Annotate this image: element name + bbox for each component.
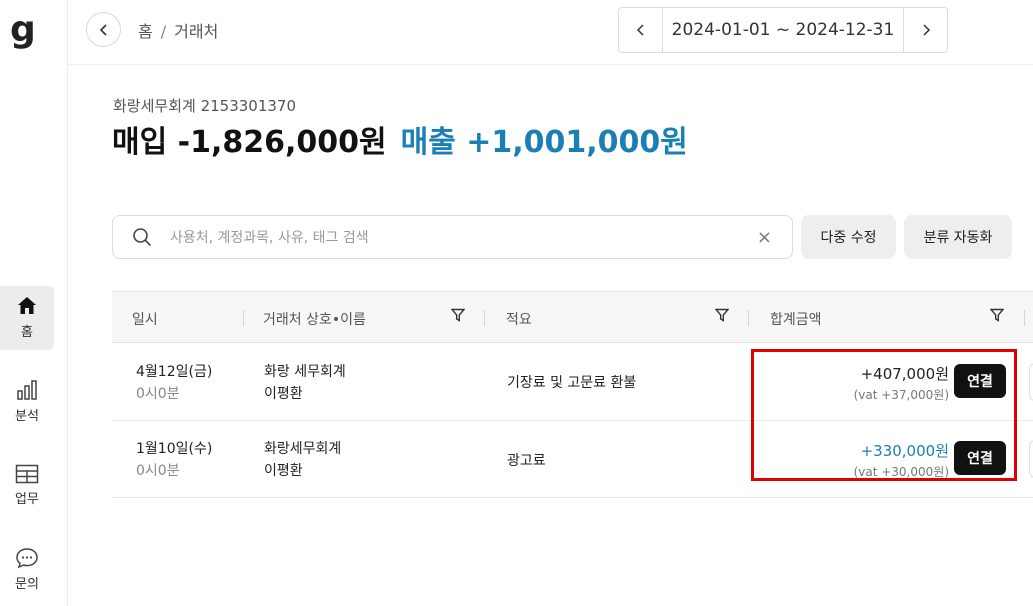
row-memo: 광고료 xyxy=(507,453,546,469)
sidebar-item-home[interactable]: 홈 xyxy=(0,286,54,350)
home-icon xyxy=(18,297,36,314)
sidebar-item-label: 홈 xyxy=(21,325,33,340)
row-date: 1월10일(수) xyxy=(136,441,213,457)
highlight-box xyxy=(751,349,1017,481)
row-person: 이평환 xyxy=(264,463,303,479)
bulk-edit-button[interactable]: 다중 수정 xyxy=(801,215,896,259)
totals: 매입 -1,826,000원 매출 +1,001,000원 xyxy=(112,117,688,161)
column-header-memo[interactable]: 적요 xyxy=(506,309,532,329)
chat-icon xyxy=(16,548,38,569)
filter-icon[interactable] xyxy=(715,308,729,322)
svg-text:g: g xyxy=(10,12,36,50)
search-bar: × xyxy=(112,215,793,259)
purchase-total: 매입 -1,826,000원 xyxy=(112,125,387,160)
column-header-amount[interactable]: 합계금액 xyxy=(770,309,822,329)
column-divider xyxy=(1024,310,1025,326)
row-time: 0시0분 xyxy=(136,463,180,479)
next-period-button[interactable] xyxy=(903,8,947,52)
bar-chart-icon xyxy=(17,380,37,400)
row-action-button[interactable] xyxy=(1029,440,1033,478)
sidebar-item-label: 문의 xyxy=(15,577,39,592)
sidebar-item-analysis[interactable]: 분석 xyxy=(0,372,54,436)
filter-icon[interactable] xyxy=(990,308,1004,322)
row-person: 이평환 xyxy=(264,386,303,402)
breadcrumb-home[interactable]: 홈 xyxy=(138,22,153,41)
breadcrumb: 홈 / 거래처 xyxy=(138,18,218,42)
top-bar: 홈 / 거래처 2024-01-01 ~ 2024-12-31 xyxy=(68,0,1033,65)
sidebar-item-label: 분석 xyxy=(15,409,39,424)
row-date: 4월12일(금) xyxy=(136,364,213,380)
breadcrumb-separator: / xyxy=(160,22,167,41)
sidebar-item-inquiry[interactable]: 문의 xyxy=(0,542,54,606)
search-icon xyxy=(133,228,152,247)
column-header-vendor[interactable]: 거래처 상호•이름 xyxy=(263,309,366,329)
filter-icon[interactable] xyxy=(451,308,465,322)
chevron-right-icon xyxy=(922,24,930,36)
sales-total: 매출 +1,001,000원 xyxy=(400,125,688,160)
auto-classify-button[interactable]: 분류 자동화 xyxy=(904,215,1012,259)
row-action-button[interactable] xyxy=(1029,363,1033,401)
table-icon xyxy=(15,464,39,484)
date-range-text[interactable]: 2024-01-01 ~ 2024-12-31 xyxy=(663,8,903,52)
column-divider xyxy=(243,310,244,326)
breadcrumb-current: 거래처 xyxy=(174,22,219,41)
chevron-left-icon xyxy=(636,24,644,36)
column-divider xyxy=(484,310,485,326)
row-memo: 기장료 및 고문료 환불 xyxy=(507,375,637,391)
clear-icon[interactable]: × xyxy=(757,227,772,248)
row-time: 0시0분 xyxy=(136,386,180,402)
chevron-left-icon xyxy=(99,23,107,36)
date-range-picker: 2024-01-01 ~ 2024-12-31 xyxy=(618,7,948,53)
row-vendor: 화랑세무회계 xyxy=(264,441,342,457)
table-header: 일시 거래처 상호•이름 적요 합계금액 xyxy=(112,291,1033,343)
sidebar-item-work[interactable]: 업무 xyxy=(0,458,54,522)
column-divider xyxy=(748,310,749,326)
row-vendor: 화랑 세무회계 xyxy=(264,364,346,380)
company-name: 화랑세무회계 2153301370 xyxy=(113,97,297,115)
column-header-date[interactable]: 일시 xyxy=(132,309,158,329)
back-button[interactable] xyxy=(86,12,121,47)
search-input[interactable] xyxy=(170,226,730,250)
sidebar-item-label: 업무 xyxy=(15,492,39,507)
sidebar: g 홈 분석 업무 문의 xyxy=(0,0,68,606)
prev-period-button[interactable] xyxy=(619,8,663,52)
app-logo[interactable]: g xyxy=(9,12,39,50)
